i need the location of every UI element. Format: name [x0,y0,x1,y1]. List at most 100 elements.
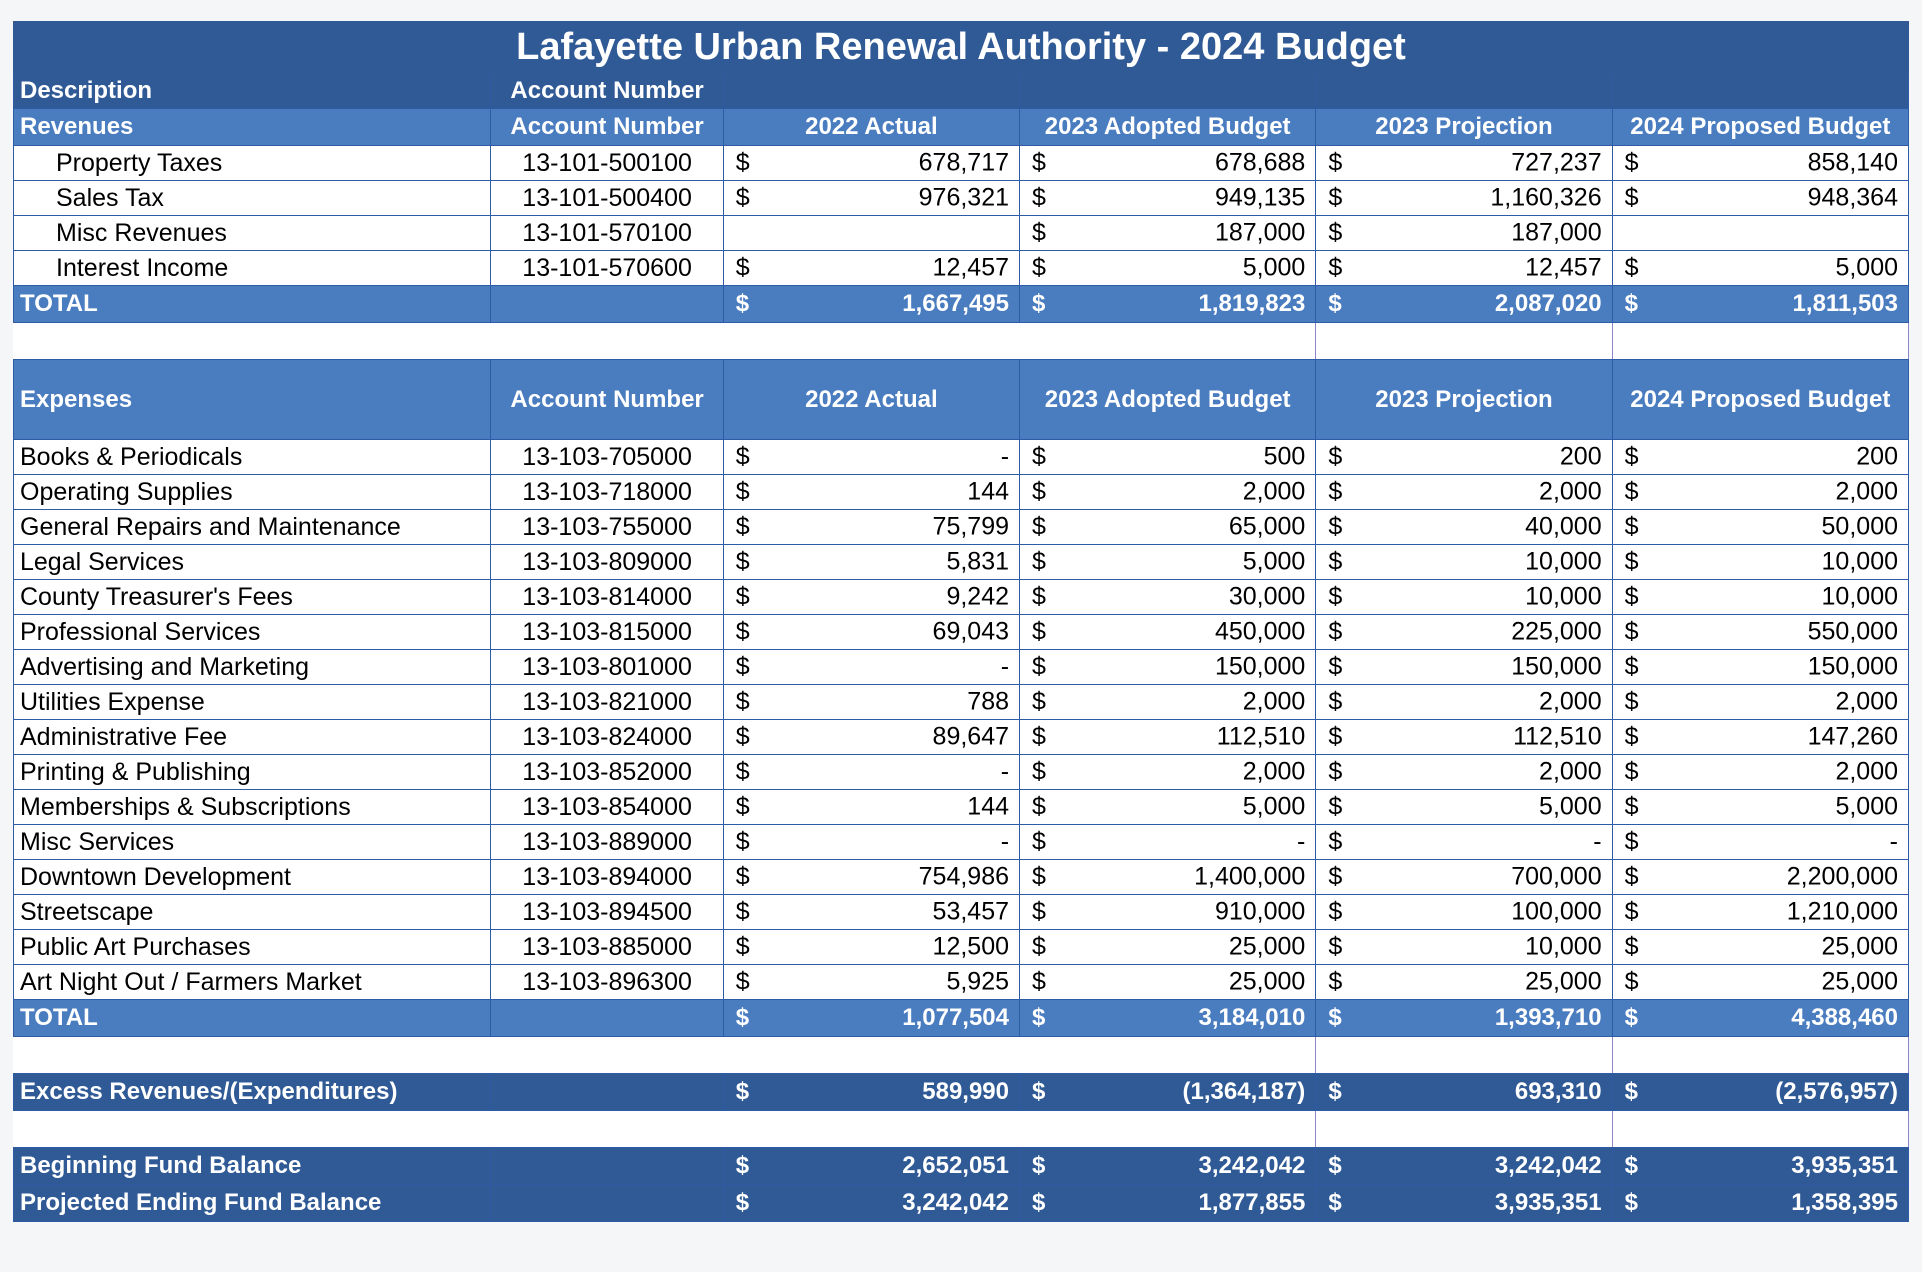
account-number-cell[interactable]: 13-103-854000 [490,789,724,825]
amount-cell[interactable]: $3,242,042 [1019,1147,1317,1185]
amount-cell[interactable]: $112,510 [1019,719,1317,755]
empty-cell[interactable] [490,1147,724,1185]
amount-cell[interactable]: $1,667,495 [722,285,1021,323]
amount-cell[interactable]: $2,000 [1315,474,1613,510]
empty-cell[interactable] [490,1110,724,1148]
amount-cell[interactable]: $1,819,823 [1019,285,1317,323]
empty-cell[interactable] [490,999,724,1037]
amount-cell[interactable]: $12,457 [1315,250,1613,286]
amount-cell[interactable]: $ - [722,754,1021,790]
amount-cell[interactable]: $25,000 [1611,964,1910,1000]
amount-cell[interactable]: $75,799 [722,509,1021,545]
col-2023-projection[interactable]: 2023 Projection [1315,108,1613,146]
amount-cell[interactable]: $3,184,010 [1019,999,1317,1037]
account-number-cell[interactable]: 13-103-894500 [490,894,724,930]
line-item-label[interactable]: Misc Revenues [12,215,492,251]
empty-cell[interactable] [1315,73,1613,109]
account-number-cell[interactable]: 13-103-718000 [490,474,724,510]
section-header[interactable]: Revenues [12,108,492,146]
amount-cell[interactable]: $1,210,000 [1611,894,1910,930]
amount-cell[interactable]: $200 [1611,439,1910,475]
amount-cell[interactable] [722,215,1021,251]
amount-cell[interactable]: $144 [722,789,1021,825]
account-number-header[interactable]: Account Number [490,359,724,440]
empty-cell[interactable] [722,1036,1021,1074]
line-item-label[interactable]: Advertising and Marketing [12,649,492,685]
amount-cell[interactable]: $1,358,395 [1611,1184,1910,1222]
account-number-cell[interactable]: 13-103-894000 [490,859,724,895]
account-number-cell[interactable]: 13-103-852000 [490,754,724,790]
line-item-label[interactable]: Professional Services [12,614,492,650]
amount-cell[interactable]: $ - [1315,824,1613,860]
line-item-label[interactable]: Art Night Out / Farmers Market [12,964,492,1000]
account-number-cell[interactable]: 13-101-500400 [490,180,724,216]
amount-cell[interactable]: $5,000 [1611,250,1910,286]
empty-cell[interactable] [1019,1110,1317,1148]
amount-cell[interactable]: $187,000 [1315,215,1613,251]
account-number-cell[interactable]: 13-103-896300 [490,964,724,1000]
empty-cell[interactable] [722,322,1021,360]
amount-cell[interactable]: $25,000 [1315,964,1613,1000]
amount-cell[interactable]: $147,260 [1611,719,1910,755]
line-item-label[interactable]: Sales Tax [12,180,492,216]
amount-cell[interactable]: $5,000 [1019,544,1317,580]
amount-cell[interactable]: $693,310 [1315,1073,1613,1111]
amount-cell[interactable]: $788 [722,684,1021,720]
line-item-label[interactable]: Memberships & Subscriptions [12,789,492,825]
account-number-cell[interactable]: 13-103-705000 [490,439,724,475]
empty-cell[interactable] [722,73,1021,109]
col-2024-proposed[interactable]: 2024 Proposed Budget [1611,359,1910,440]
line-item-label[interactable]: Administrative Fee [12,719,492,755]
amount-cell[interactable]: $2,200,000 [1611,859,1910,895]
description-header[interactable]: Description [12,73,492,109]
line-item-label[interactable]: Utilities Expense [12,684,492,720]
amount-cell[interactable]: $53,457 [722,894,1021,930]
account-number-cell[interactable]: 13-103-801000 [490,649,724,685]
line-item-label[interactable]: Printing & Publishing [12,754,492,790]
amount-cell[interactable]: $1,811,503 [1611,285,1910,323]
account-number-cell[interactable]: 13-103-824000 [490,719,724,755]
amount-cell[interactable]: $100,000 [1315,894,1613,930]
amount-cell[interactable]: $200 [1315,439,1613,475]
amount-cell[interactable] [1611,215,1910,251]
account-number-cell[interactable]: 13-103-815000 [490,614,724,650]
amount-cell[interactable]: $1,077,504 [722,999,1021,1037]
amount-cell[interactable]: $ - [1611,824,1910,860]
account-number-cell[interactable]: 13-101-570600 [490,250,724,286]
amount-cell[interactable]: $2,087,020 [1315,285,1613,323]
amount-cell[interactable]: $4,388,460 [1611,999,1910,1037]
col-2023-adopted[interactable]: 2023 Adopted Budget [1019,108,1317,146]
amount-cell[interactable]: $50,000 [1611,509,1910,545]
amount-cell[interactable]: $500 [1019,439,1317,475]
empty-cell[interactable] [490,1073,724,1111]
line-item-label[interactable]: Misc Services [12,824,492,860]
expenses-total-row-label[interactable]: TOTAL [12,999,492,1037]
empty-cell[interactable] [1019,1036,1317,1074]
amount-cell[interactable]: $678,717 [722,145,1021,181]
empty-cell[interactable] [1315,322,1613,360]
amount-cell[interactable]: $550,000 [1611,614,1910,650]
amount-cell[interactable]: $5,831 [722,544,1021,580]
line-item-label[interactable]: Property Taxes [12,145,492,181]
account-number-cell[interactable]: 13-103-821000 [490,684,724,720]
amount-cell[interactable]: $2,000 [1315,684,1613,720]
col-2022-actual[interactable]: 2022 Actual [722,108,1021,146]
amount-cell[interactable]: $12,500 [722,929,1021,965]
amount-cell[interactable]: $976,321 [722,180,1021,216]
amount-cell[interactable]: $65,000 [1019,509,1317,545]
line-item-label[interactable]: Streetscape [12,894,492,930]
amount-cell[interactable]: $10,000 [1611,544,1910,580]
amount-cell[interactable]: $150,000 [1611,649,1910,685]
account-number-header[interactable]: Account Number [490,73,724,109]
account-number-cell[interactable]: 13-103-814000 [490,579,724,615]
excess-row-label[interactable]: Excess Revenues/(Expenditures) [12,1073,492,1111]
line-item-label[interactable]: Downtown Development [12,859,492,895]
empty-cell[interactable] [1315,1110,1613,1148]
empty-cell[interactable] [1019,73,1317,109]
amount-cell[interactable]: $ (1,364,187) [1019,1073,1317,1111]
amount-cell[interactable]: $2,000 [1611,754,1910,790]
amount-cell[interactable]: $1,400,000 [1019,859,1317,895]
account-number-cell[interactable]: 13-101-570100 [490,215,724,251]
amount-cell[interactable]: $9,242 [722,579,1021,615]
amount-cell[interactable]: $948,364 [1611,180,1910,216]
